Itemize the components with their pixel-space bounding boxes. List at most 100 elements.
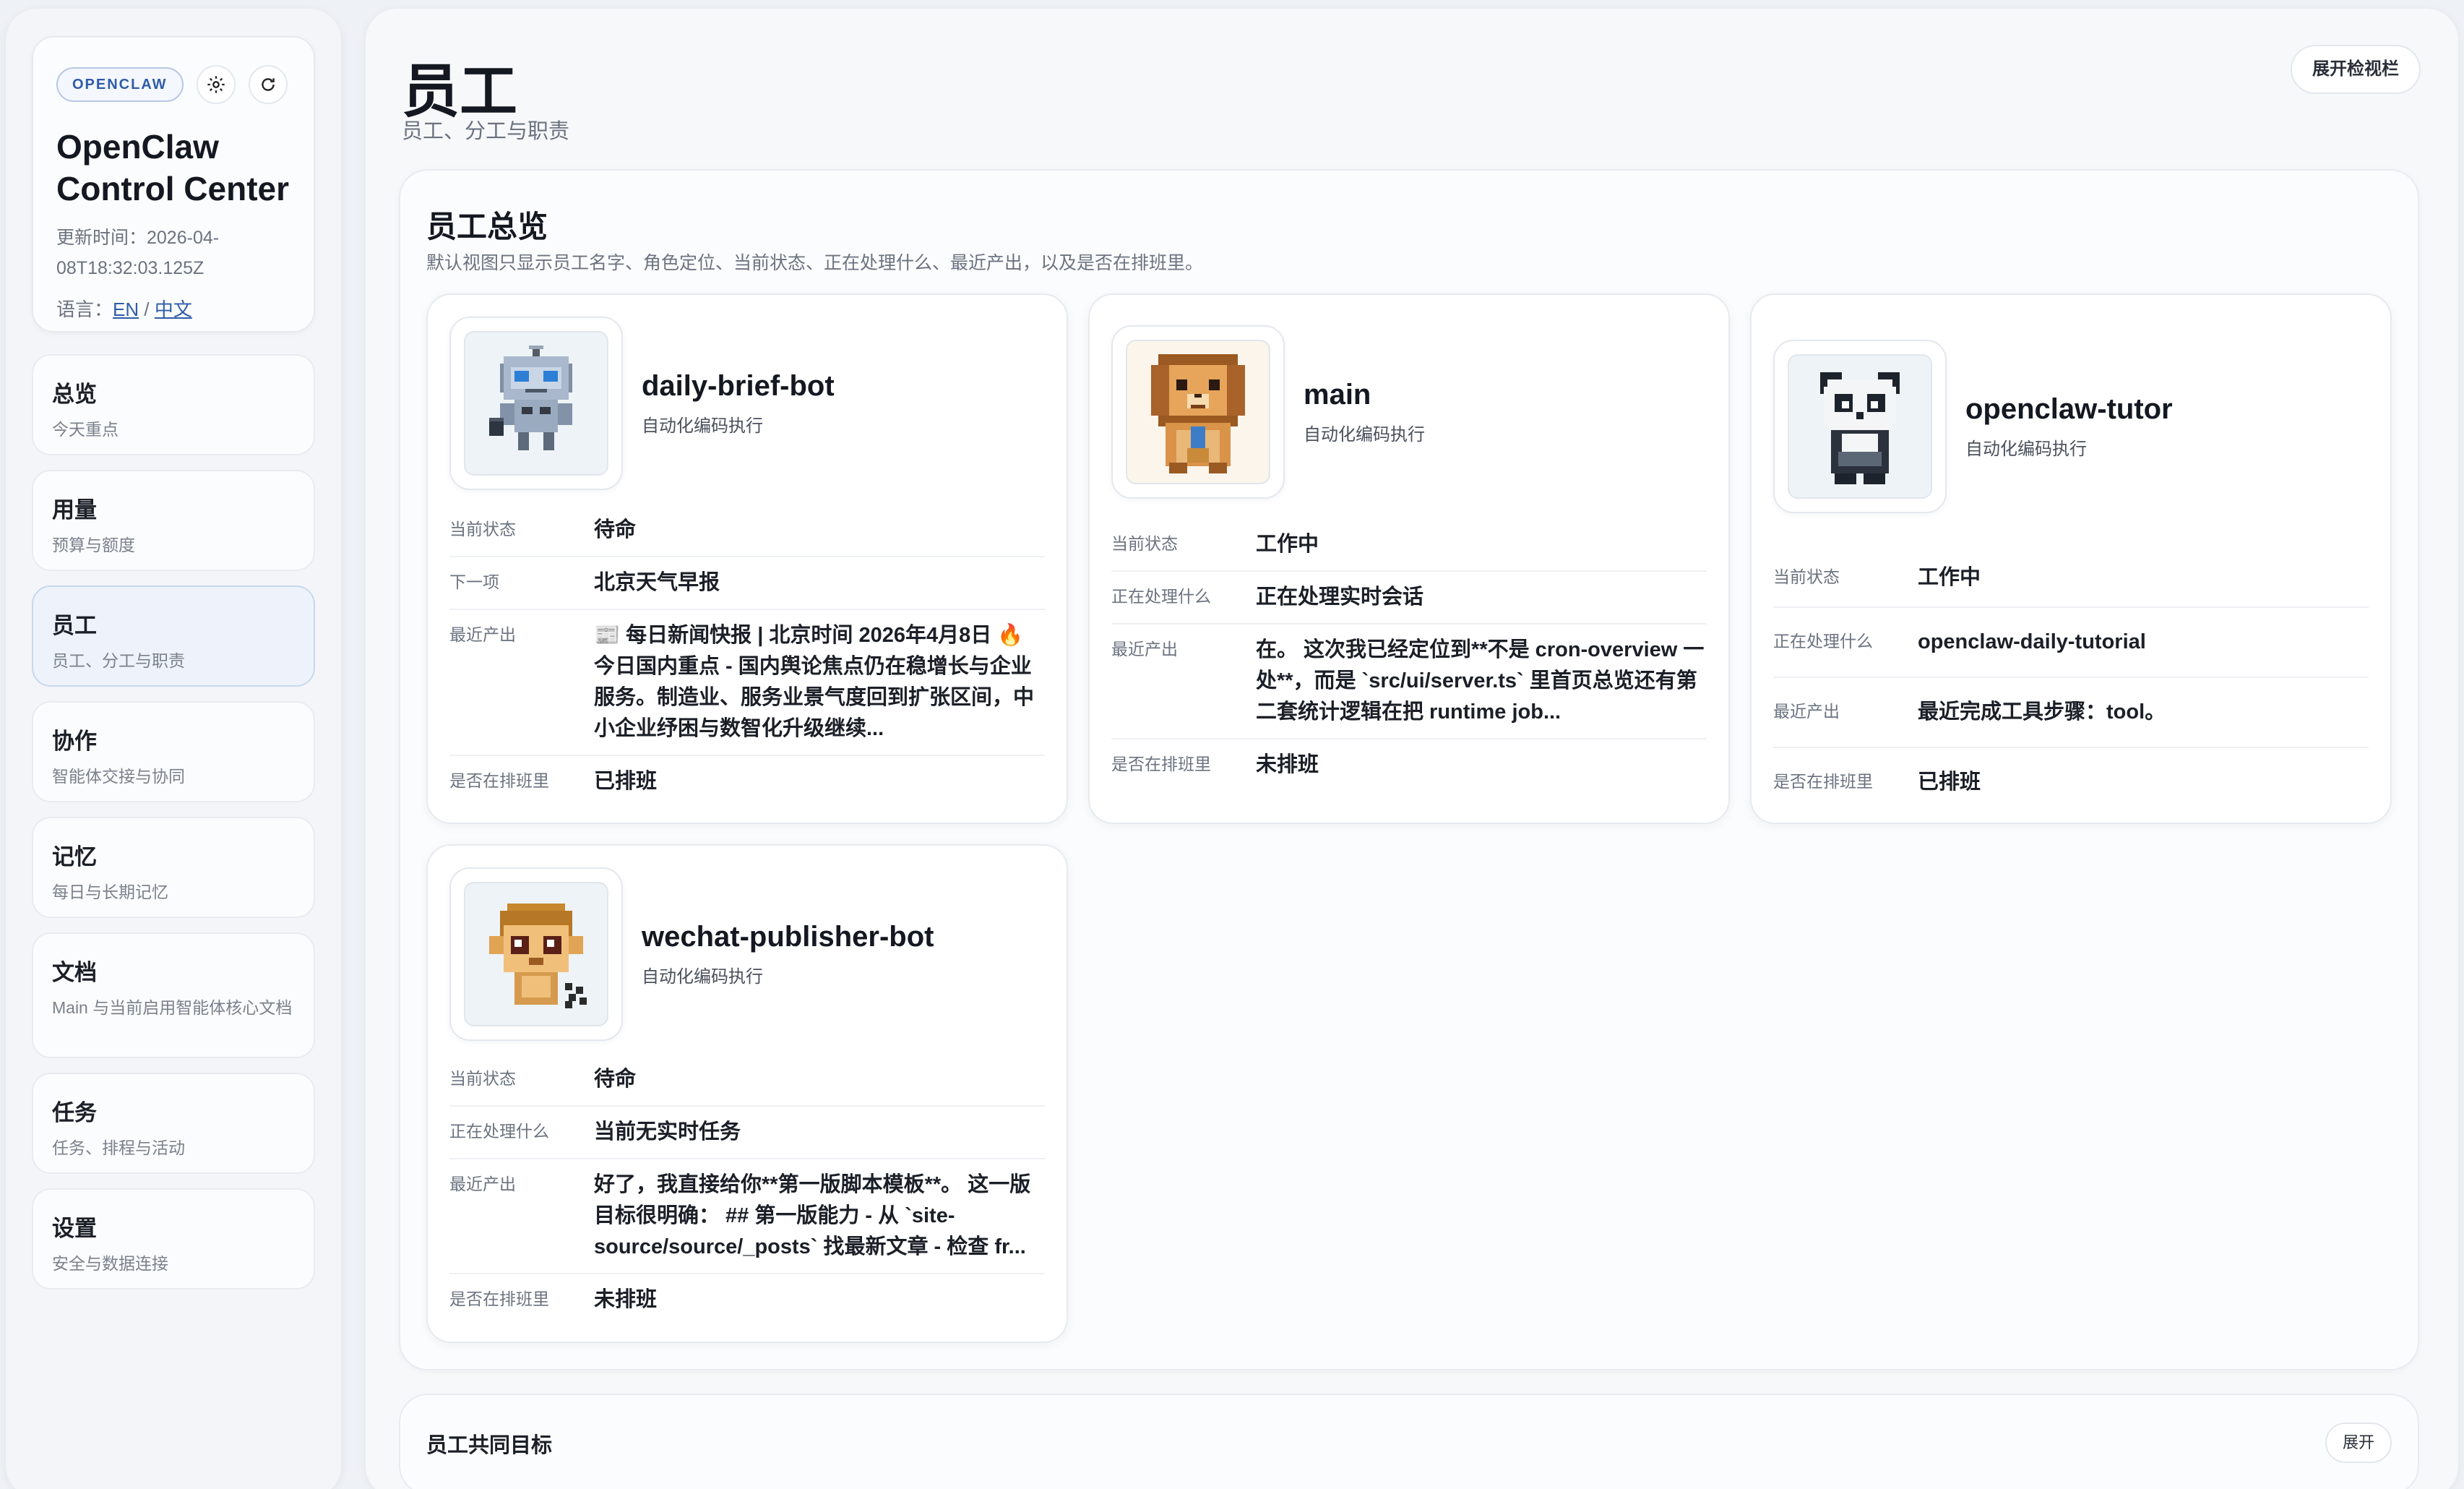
sidebar-item-sub: 安全与数据连接 <box>52 1254 168 1273</box>
detail-value: 好了，我直接给你**第一版脚本模板**。 这一版目标很明确： ## 第一版能力 … <box>594 1173 1031 1258</box>
avatar <box>449 317 623 490</box>
detail-row-recent-output: 最近产出 好了，我直接给你**第一版脚本模板**。 这一版目标很明确： ## 第… <box>449 1159 1045 1274</box>
sidebar-item-label: 用量 <box>52 497 97 523</box>
agent-details: 当前状态 工作中 正在处理什么 正在处理实时会话 最近产出 在。 这次我已经定位… <box>1111 519 1707 791</box>
agent-card-header: daily-brief-bot 自动化编码执行 <box>449 317 835 490</box>
avatar <box>449 867 623 1041</box>
agent-card-main[interactable]: main 自动化编码执行 当前状态 工作中 正在处理什么 正在处理实时会话 最近… <box>1088 293 1730 824</box>
detail-row-scheduled: 是否在排班里 未排班 <box>449 1274 1045 1326</box>
agent-name: wechat-publisher-bot <box>642 921 934 953</box>
agent-role: 自动化编码执行 <box>642 967 763 987</box>
detail-row-working-on: 正在处理什么 openclaw-daily-tutorial <box>1773 608 2369 678</box>
sidebar-item-label: 任务 <box>52 1100 97 1125</box>
detail-row-scheduled: 是否在排班里 未排班 <box>1111 739 1707 791</box>
detail-label: 当前状态 <box>449 1069 516 1088</box>
detail-row-recent-output: 最近产出 📰 每日新闻快报 | 北京时间 2026年4月8日 🔥 今日国内重点 … <box>449 610 1045 756</box>
detail-value: 当前无实时任务 <box>594 1120 741 1143</box>
lang-en-link[interactable]: EN <box>113 299 139 320</box>
sidebar-item-usage[interactable]: 用量 预算与额度 <box>32 470 315 571</box>
language-switcher: 语言：EN / 中文 <box>56 295 290 322</box>
agent-details: 当前状态 工作中 正在处理什么 openclaw-daily-tutorial … <box>1773 549 2369 817</box>
detail-value: 📰 每日新闻快报 | 北京时间 2026年4月8日 🔥 今日国内重点 - 国内舆… <box>594 624 1035 740</box>
detail-value: 未排班 <box>1256 753 1319 776</box>
sidebar-item-label: 总览 <box>52 382 97 407</box>
detail-row-recent-output: 最近产出 在。 这次我已经定位到**不是 cron-overview 一处**，… <box>1111 625 1707 739</box>
lion-avatar-icon <box>1151 354 1245 473</box>
panda-avatar-icon <box>1820 372 1900 484</box>
robot-avatar-icon <box>489 346 572 450</box>
agent-name: daily-brief-bot <box>642 370 835 402</box>
gear-icon <box>207 76 225 93</box>
agent-name: main <box>1304 379 1371 411</box>
detail-row-status: 当前状态 工作中 <box>1773 549 2369 608</box>
sidebar-item-settings[interactable]: 设置 安全与数据连接 <box>32 1188 315 1290</box>
detail-label: 当前状态 <box>449 520 516 538</box>
sidebar-item-label: 员工 <box>52 613 97 638</box>
sidebar-item-label: 文档 <box>52 960 97 985</box>
main-panel: 员工 员工、分工与职责 展开检视栏 员工总览 默认视图只显示员工名字、角色定位、… <box>366 9 2458 1489</box>
agent-card-openclaw-tutor[interactable]: openclaw-tutor 自动化编码执行 当前状态 工作中 正在处理什么 o… <box>1750 293 2392 824</box>
detail-row-recent-output: 最近产出 最近完成工具步骤：tool。 <box>1773 678 2369 748</box>
expand-goals-button[interactable]: 展开 <box>2325 1423 2392 1463</box>
refresh-button[interactable] <box>248 65 288 104</box>
brand-toolbar: OPENCLAW <box>56 64 290 106</box>
detail-value: openclaw-daily-tutorial <box>1918 630 2146 653</box>
detail-value: 北京天气早报 <box>594 571 720 594</box>
detail-row-next: 下一项 北京天气早报 <box>449 557 1045 610</box>
detail-label: 下一项 <box>449 572 499 591</box>
detail-row-scheduled: 是否在排班里 已排班 <box>1773 748 2369 817</box>
sidebar-item-sub: 任务、排程与活动 <box>52 1138 185 1157</box>
agent-card-header: openclaw-tutor 自动化编码执行 <box>1773 340 2173 513</box>
agent-details: 当前状态 待命 正在处理什么 当前无实时任务 最近产出 好了，我直接给你**第一… <box>449 1054 1045 1326</box>
sidebar-item-overview[interactable]: 总览 今天重点 <box>32 354 315 455</box>
detail-value: 最近完成工具步骤：tool。 <box>1918 700 2166 724</box>
staff-overview-panel: 员工总览 默认视图只显示员工名字、角色定位、当前状态、正在处理什么、最近产出，以… <box>399 169 2419 1370</box>
detail-value: 未排班 <box>594 1288 658 1311</box>
detail-label: 正在处理什么 <box>1111 587 1211 606</box>
detail-value: 已排班 <box>1918 771 1981 794</box>
detail-label: 是否在排班里 <box>1773 772 1873 791</box>
sidebar-nav: 总览 今天重点 用量 预算与额度 员工 员工、分工与职责 协作 智能体交接与协同… <box>32 354 315 1290</box>
sidebar-item-sub: 每日与长期记忆 <box>52 883 168 901</box>
shared-goals-panel: 员工共同目标 展开 <box>399 1394 2419 1489</box>
sidebar-item-memory[interactable]: 记忆 每日与长期记忆 <box>32 817 315 918</box>
sidebar-item-staff[interactable]: 员工 员工、分工与职责 <box>32 585 315 687</box>
detail-label: 正在处理什么 <box>1773 632 1873 651</box>
detail-value: 待命 <box>594 1068 637 1091</box>
sidebar-item-label: 记忆 <box>52 844 97 870</box>
expand-inspector-button[interactable]: 展开检视栏 <box>2291 45 2421 94</box>
detail-value: 正在处理实时会话 <box>1256 585 1424 609</box>
app-title: OpenClaw Control Center <box>56 128 289 207</box>
agent-name: openclaw-tutor <box>1965 393 2173 425</box>
monkey-avatar-icon <box>489 904 587 1008</box>
detail-row-status: 当前状态 待命 <box>449 1054 1045 1107</box>
settings-button[interactable] <box>196 65 236 104</box>
agent-card-daily-brief-bot[interactable]: daily-brief-bot 自动化编码执行 当前状态 待命 下一项 北京天气… <box>426 293 1068 824</box>
detail-label: 最近产出 <box>449 1175 516 1193</box>
sidebar-item-docs[interactable]: 文档 Main 与当前启用智能体核心文档 <box>32 932 315 1058</box>
detail-value: 在。 这次我已经定位到**不是 cron-overview 一处**，而是 `s… <box>1256 638 1705 724</box>
detail-row-status: 当前状态 待命 <box>449 505 1045 557</box>
sidebar-item-collaboration[interactable]: 协作 智能体交接与协同 <box>32 701 315 802</box>
detail-row-scheduled: 是否在排班里 已排班 <box>449 756 1045 807</box>
lang-zh-link[interactable]: 中文 <box>155 299 192 320</box>
sidebar-item-label: 设置 <box>52 1216 97 1241</box>
detail-row-status: 当前状态 工作中 <box>1111 519 1707 572</box>
sidebar: OPENCLAW OpenClaw Control Center 更新时间：20… <box>6 9 341 1489</box>
detail-label: 最近产出 <box>449 625 516 644</box>
detail-label: 当前状态 <box>1773 567 1840 586</box>
agent-card-header: wechat-publisher-bot 自动化编码执行 <box>449 867 934 1041</box>
agent-card-wechat-publisher-bot[interactable]: wechat-publisher-bot 自动化编码执行 当前状态 待命 正在处… <box>426 844 1068 1343</box>
detail-value: 已排班 <box>594 770 658 793</box>
detail-label: 是否在排班里 <box>449 1290 549 1308</box>
agent-role: 自动化编码执行 <box>1965 439 2087 459</box>
sidebar-item-tasks[interactable]: 任务 任务、排程与活动 <box>32 1073 315 1174</box>
detail-label: 正在处理什么 <box>449 1122 549 1141</box>
detail-value: 工作中 <box>1256 533 1319 556</box>
detail-label: 是否在排班里 <box>449 771 549 790</box>
detail-label: 是否在排班里 <box>1111 755 1211 773</box>
agent-card-header: main 自动化编码执行 <box>1111 325 1425 499</box>
avatar <box>1111 325 1285 499</box>
detail-value: 工作中 <box>1918 566 1981 589</box>
brand-badge: OPENCLAW <box>56 67 184 102</box>
